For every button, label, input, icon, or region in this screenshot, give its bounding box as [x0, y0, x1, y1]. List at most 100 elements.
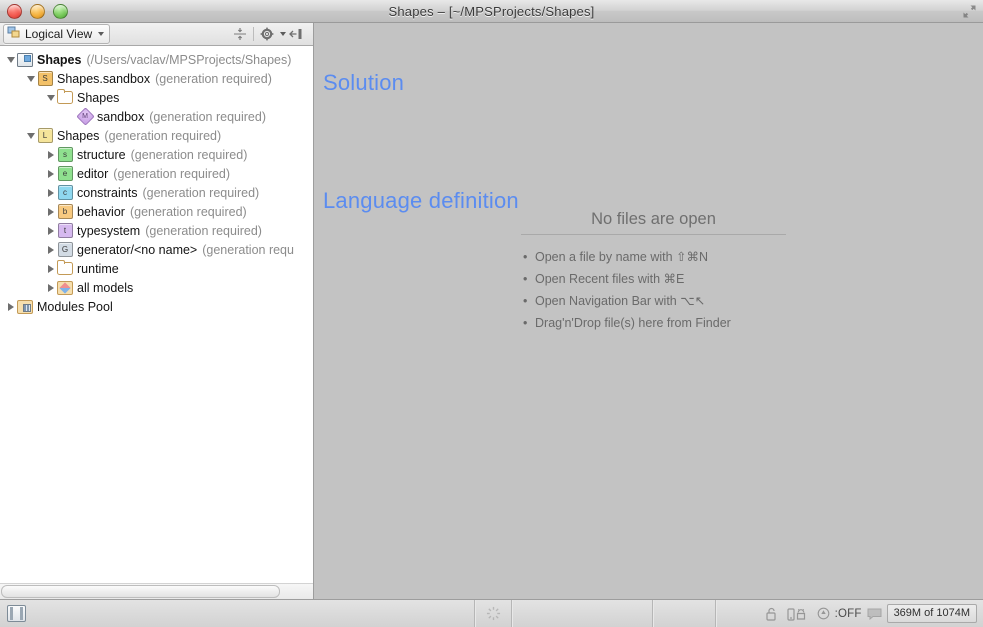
spinner-icon	[486, 606, 501, 621]
tree-row[interactable]: S Shapes.sandbox (generation required)	[0, 69, 313, 88]
language-chip-l: L	[37, 128, 53, 144]
window-title: Shapes – [~/MPSProjects/Shapes]	[0, 4, 983, 19]
expand-arrow-right-icon[interactable]	[4, 300, 17, 313]
traffic-lights	[7, 4, 68, 19]
tree-row-detail: (generation requ	[202, 243, 294, 257]
expand-arrow-right-icon[interactable]	[44, 167, 57, 180]
tree-row[interactable]: L Shapes (generation required)	[0, 126, 313, 145]
folder-icon	[57, 90, 73, 106]
aspect-chip-c: c	[57, 185, 73, 201]
view-selector-label: Logical View	[25, 27, 92, 41]
tree-row-detail: (generation required)	[131, 148, 248, 162]
tree-row-label: runtime	[77, 262, 119, 276]
expand-arrow-down-icon[interactable]	[44, 91, 57, 104]
tree-row[interactable]: Msandbox(generation required)	[0, 107, 313, 126]
tree-row-detail: (generation required)	[142, 186, 259, 200]
main-body: Logical View	[0, 23, 983, 599]
expand-arrow-right-icon[interactable]	[44, 262, 57, 275]
tree-row[interactable]: all models	[0, 278, 313, 297]
model-diamond-icon: M	[77, 109, 93, 125]
close-window-button[interactable]	[7, 4, 22, 19]
tool-window-buttons	[230, 25, 310, 43]
collapse-all-button[interactable]	[230, 25, 250, 43]
settings-button[interactable]	[257, 25, 277, 43]
android-device-icon[interactable]	[787, 607, 807, 621]
cursor-toggle-icon[interactable]	[817, 607, 830, 620]
aspect-chip-t: t	[57, 223, 73, 239]
all-models-icon	[57, 280, 73, 296]
tree-row-label: Shapes	[37, 53, 81, 67]
tree-row[interactable]: bbehavior(generation required)	[0, 202, 313, 221]
status-right-cell: :OFF 369M of 1074M	[716, 600, 983, 627]
expand-arrow-down-icon[interactable]	[4, 53, 17, 66]
tree-row-detail: (generation required)	[145, 224, 262, 238]
editor-area: Solution Language definition No files ar…	[314, 23, 983, 599]
chevron-down-icon	[280, 32, 286, 36]
tree-row-detail: (/Users/vaclav/MPSProjects/Shapes)	[86, 53, 291, 67]
tree-row-label: Shapes.sandbox	[57, 72, 150, 86]
status-progress-cell[interactable]	[475, 600, 511, 627]
toggle-status-label[interactable]: :OFF	[835, 608, 862, 620]
message-icon[interactable]	[867, 608, 882, 620]
tool-window-header: Logical View	[0, 23, 313, 46]
tree-row[interactable]: t typesystem (generation required)	[0, 221, 313, 240]
modules-pool-icon	[17, 299, 33, 315]
annotation-language-definition: Language definition	[323, 188, 519, 214]
tree-row[interactable]: sstructure(generation required)	[0, 145, 313, 164]
tree-row-label: sandbox	[97, 110, 144, 124]
hide-tool-window-button[interactable]	[286, 25, 306, 43]
project-icon	[17, 52, 33, 68]
tree-row-detail: (generation required)	[113, 167, 230, 181]
tree-row-label: constraints	[77, 186, 137, 200]
toolbar-divider	[253, 27, 254, 41]
empty-editor-tips: Open a file by name with ⇧⌘NOpen Recent …	[521, 246, 786, 334]
memory-indicator[interactable]: 369M of 1074M	[887, 604, 977, 623]
expand-arrow-down-icon[interactable]	[24, 72, 37, 85]
chevron-down-icon	[98, 32, 104, 36]
tree-row-label: Shapes	[57, 129, 99, 143]
expand-arrow-down-icon[interactable]	[24, 129, 37, 142]
view-selector-combo[interactable]: Logical View	[3, 24, 110, 44]
tree-row-detail: (generation required)	[130, 205, 247, 219]
tree-row-detail: (generation required)	[155, 72, 272, 86]
empty-editor-tip: Drag'n'Drop file(s) here from Finder	[521, 312, 786, 334]
expand-arrow-right-icon[interactable]	[44, 148, 57, 161]
tree-row[interactable]: eeditor(generation required)	[0, 164, 313, 183]
tree-row-label: structure	[77, 148, 126, 162]
tree-row[interactable]: runtime	[0, 259, 313, 278]
empty-editor-panel: No files are open Open a file by name wi…	[521, 210, 786, 334]
project-tool-window: Logical View	[0, 23, 314, 599]
status-left-cell	[0, 600, 474, 627]
tree-row-detail: (generation required)	[104, 129, 221, 143]
tree-row-label: all models	[77, 281, 133, 295]
expand-arrow-right-icon[interactable]	[44, 186, 57, 199]
tree-row[interactable]: Shapes	[0, 88, 313, 107]
unlocked-icon[interactable]	[765, 607, 777, 621]
minimize-window-button[interactable]	[30, 4, 45, 19]
solution-chip-s: S	[37, 71, 53, 87]
expand-arrow-right-icon[interactable]	[44, 224, 57, 237]
expand-arrow-right-icon[interactable]	[44, 243, 57, 256]
aspect-chip-b: b	[57, 204, 73, 220]
tree-row[interactable]: Shapes (/Users/vaclav/MPSProjects/Shapes)	[0, 50, 313, 69]
settings-dropdown-caret[interactable]	[277, 25, 286, 43]
tree-row[interactable]: Modules Pool	[0, 297, 313, 316]
fullscreen-arrows-icon[interactable]	[962, 4, 977, 19]
empty-editor-title: No files are open	[521, 210, 786, 235]
generator-chip-g: G	[57, 242, 73, 258]
annotation-solution: Solution	[323, 70, 404, 96]
tree-row-label: typesystem	[77, 224, 140, 238]
empty-editor-tip: Open Navigation Bar with ⌥↖	[521, 290, 786, 312]
zoom-window-button[interactable]	[53, 4, 68, 19]
tree-row[interactable]: Ggenerator/<no name>(generation requ	[0, 240, 313, 259]
project-tree[interactable]: Shapes (/Users/vaclav/MPSProjects/Shapes)…	[0, 46, 313, 583]
window-layout-icon[interactable]	[7, 605, 26, 622]
expand-arrow-right-icon[interactable]	[44, 205, 57, 218]
tree-row-label: editor	[77, 167, 108, 181]
empty-editor-tip: Open Recent files with ⌘E	[521, 268, 786, 290]
scrollbar-thumb[interactable]	[1, 585, 280, 598]
tree-row-label: Shapes	[77, 91, 119, 105]
tree-horizontal-scrollbar[interactable]	[0, 583, 313, 599]
tree-row[interactable]: c constraints (generation required)	[0, 183, 313, 202]
expand-arrow-right-icon[interactable]	[44, 281, 57, 294]
